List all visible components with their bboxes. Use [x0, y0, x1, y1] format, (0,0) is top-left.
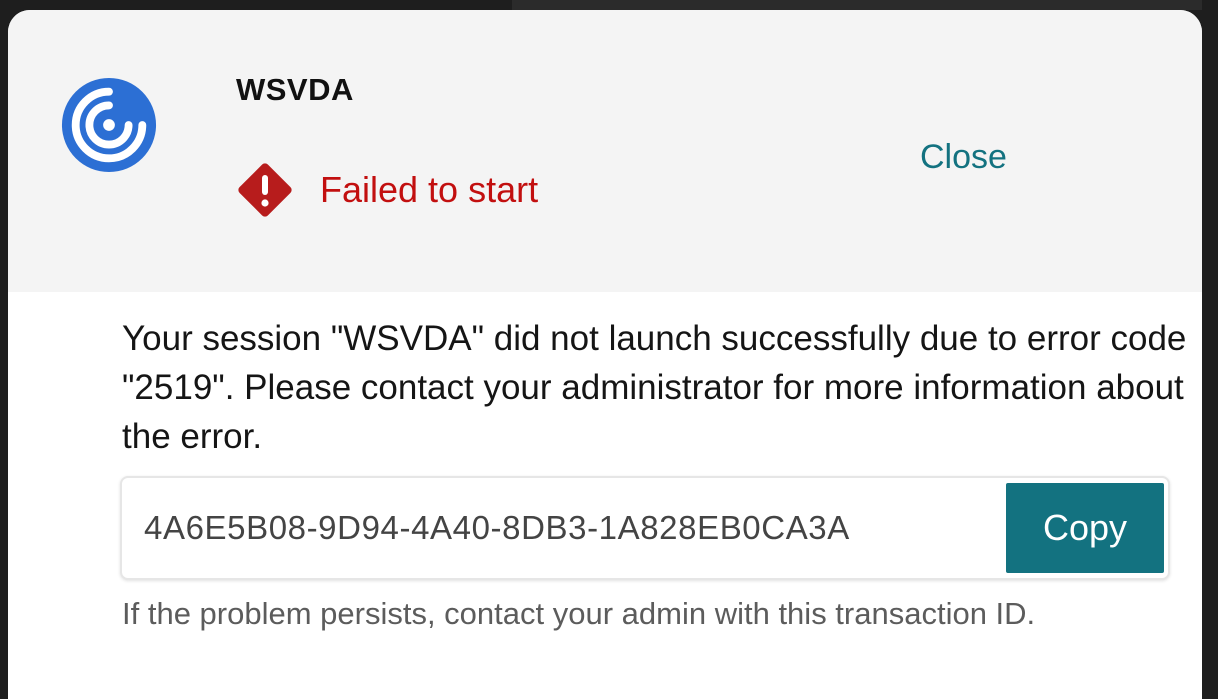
error-message: Your session "WSVDA" did not launch succ…	[122, 319, 1187, 456]
status-row: Failed to start	[234, 160, 538, 220]
citrix-workspace-logo-icon	[61, 77, 157, 173]
background-window-edge	[512, 0, 1202, 10]
hint-text: If the problem persists, contact your ad…	[122, 596, 1036, 631]
transaction-id-text[interactable]: 4A6E5B08-9D94-4A40-8DB3-1A828EB0CA3A	[122, 509, 1006, 547]
dialog-header: WSVDA Failed to start Close	[8, 10, 1202, 292]
close-button[interactable]: Close	[912, 134, 1015, 181]
error-diamond-icon	[238, 163, 292, 217]
copy-button[interactable]: Copy	[1006, 483, 1164, 573]
app-title: WSVDA	[236, 72, 354, 107]
transaction-id-field: 4A6E5B08-9D94-4A40-8DB3-1A828EB0CA3A Cop…	[120, 476, 1170, 580]
status-text: Failed to start	[320, 169, 539, 210]
error-dialog: WSVDA Failed to start Close Your session…	[8, 10, 1202, 699]
